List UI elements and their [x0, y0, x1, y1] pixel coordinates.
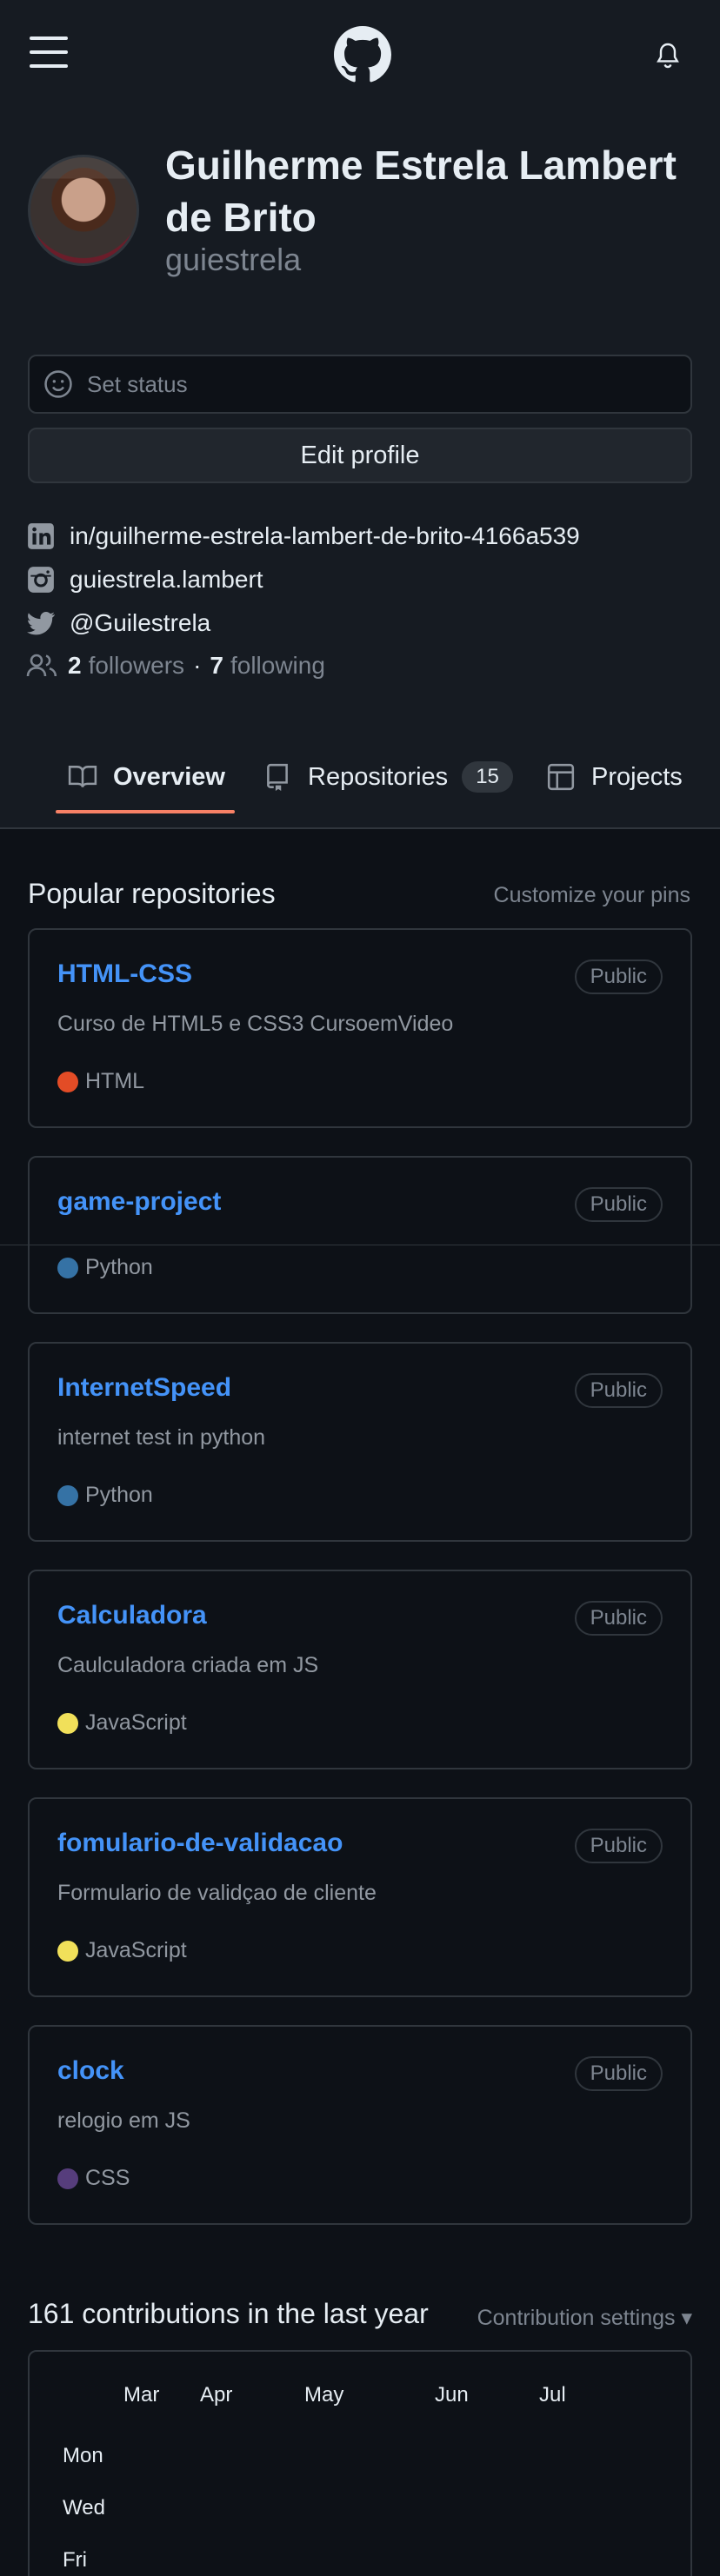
linkedin-link[interactable]: in/guilherme-estrela-lambert-de-brito-41… [26, 521, 580, 551]
instagram-text: guiestrela.lambert [70, 566, 263, 593]
repo-language: CSS [57, 2166, 130, 2191]
twitter-link[interactable]: @Guilestrela [26, 608, 210, 638]
visibility-badge: Public [574, 1601, 663, 1636]
language-label: HTML [85, 1069, 145, 1093]
tab-repositories[interactable]: Repositories 15 [263, 753, 513, 801]
repo-description: Curso de HTML5 e CSS3 CursoemVideo [57, 1012, 454, 1036]
following-count: 7 [210, 652, 223, 679]
contribution-graph: Mar Apr May Jun Jul Mon Wed Fri [28, 2350, 692, 2576]
repo-description: internet test in python [57, 1425, 266, 1450]
popular-repos-title: Popular repositories [28, 878, 276, 909]
language-color-dot [57, 1712, 78, 1734]
edit-profile-button[interactable]: Edit profile [28, 428, 692, 483]
hamburger-icon[interactable] [30, 37, 68, 71]
followers-count: 2 [68, 652, 82, 679]
language-color-dot [57, 1940, 78, 1962]
repo-name-link[interactable]: InternetSpeed [57, 1373, 231, 1403]
followers-link[interactable]: 2 followers [68, 652, 184, 680]
language-label: JavaScript [85, 1938, 187, 1962]
visibility-badge: Public [574, 1373, 663, 1408]
active-tab-indicator [56, 810, 235, 813]
visibility-badge: Public [574, 959, 663, 994]
book-icon [68, 766, 97, 787]
people-icon [26, 654, 57, 677]
visibility-badge: Public [574, 1829, 663, 1863]
language-color-dot [57, 2168, 78, 2189]
repo-name-link[interactable]: Calculadora [57, 1601, 207, 1630]
following-link[interactable]: 7 following [210, 652, 325, 680]
visibility-badge: Public [574, 1187, 663, 1222]
linkedin-icon [28, 523, 54, 549]
profile-tabs: Overview Repositories 15 Projects [0, 727, 720, 829]
customize-pins-link[interactable]: Customize your pins [494, 883, 690, 908]
language-label: JavaScript [85, 1710, 187, 1735]
visibility-badge: Public [574, 2056, 663, 2091]
month-label: Mar [123, 2383, 160, 2407]
repo-name-link[interactable]: clock [57, 2056, 124, 2086]
repo-card: Calculadora Public Caulculadora criada e… [28, 1570, 692, 1769]
set-status-label: Set status [87, 370, 188, 397]
repo-language: JavaScript [57, 1938, 187, 1963]
repo-language: HTML [57, 1069, 144, 1094]
followers-label: followers [88, 652, 185, 679]
tab-projects-label: Projects [591, 762, 683, 791]
month-label: Jun [435, 2383, 469, 2407]
github-logo-icon[interactable] [334, 26, 391, 83]
repo-card: fomulario-de-validacao Public Formulario… [28, 1797, 692, 1997]
repo-name-link[interactable]: fomulario-de-validacao [57, 1829, 343, 1858]
repo-language: JavaScript [57, 1710, 187, 1736]
tab-overview-label: Overview [113, 762, 225, 791]
repo-language: Python [57, 1255, 153, 1280]
day-label: Mon [63, 2444, 103, 2467]
set-status-button[interactable]: Set status [28, 355, 692, 414]
language-color-dot [57, 1257, 78, 1278]
contribution-settings-dropdown[interactable]: Contribution settings ▾ [477, 2305, 692, 2331]
repo-name-link[interactable]: HTML-CSS [57, 959, 192, 989]
language-label: Python [85, 1483, 153, 1507]
smiley-icon [44, 370, 72, 398]
twitter-text: @Guilestrela [70, 609, 211, 636]
month-label: Apr [200, 2383, 233, 2407]
profile-login: guiestrela [165, 242, 302, 277]
twitter-icon [27, 612, 55, 635]
follow-separator: · [193, 652, 202, 679]
language-color-dot [57, 1071, 78, 1092]
repo-description: Formulario de validçao de cliente [57, 1881, 377, 1905]
repo-card: InternetSpeed Public internet test in py… [28, 1342, 692, 1542]
profile-panel: Guilherme Estrela Lambert de Brito guies… [0, 113, 720, 829]
repositories-counter: 15 [462, 761, 513, 793]
repo-card: clock Public relogio em JS CSS [28, 2025, 692, 2225]
following-label: following [230, 652, 325, 679]
month-label: May [304, 2383, 344, 2407]
tab-repositories-label: Repositories [308, 762, 449, 791]
language-label: Python [85, 1255, 153, 1279]
bell-icon[interactable] [654, 40, 682, 71]
day-label: Fri [63, 2548, 87, 2572]
language-color-dot [57, 1484, 78, 1506]
repo-description: relogio em JS [57, 2108, 190, 2133]
repo-card: game-project Public Python [28, 1156, 692, 1314]
follow-stats: 2 followers · 7 following [26, 652, 325, 680]
top-bar [0, 0, 720, 113]
instagram-link[interactable]: guiestrela.lambert [26, 565, 263, 594]
instagram-icon [28, 567, 54, 593]
repo-name-link[interactable]: game-project [57, 1187, 221, 1217]
linkedin-text: in/guilherme-estrela-lambert-de-brito-41… [70, 522, 580, 549]
contributions-title: 161 contributions in the last year [28, 2298, 429, 2329]
tab-projects[interactable]: Projects [546, 753, 683, 801]
tab-overview[interactable]: Overview [68, 753, 225, 801]
language-label: CSS [85, 2166, 130, 2190]
repo-card: HTML-CSS Public Curso de HTML5 e CSS3 Cu… [28, 928, 692, 1128]
repo-language: Python [57, 1483, 153, 1508]
repo-description: Caulculadora criada em JS [57, 1653, 319, 1677]
repo-icon [267, 763, 288, 791]
month-label: Jul [539, 2383, 566, 2407]
day-label: Wed [63, 2496, 105, 2520]
avatar[interactable] [28, 155, 139, 266]
profile-name: Guilherme Estrela Lambert de Brito [165, 143, 677, 240]
table-icon [547, 763, 575, 791]
